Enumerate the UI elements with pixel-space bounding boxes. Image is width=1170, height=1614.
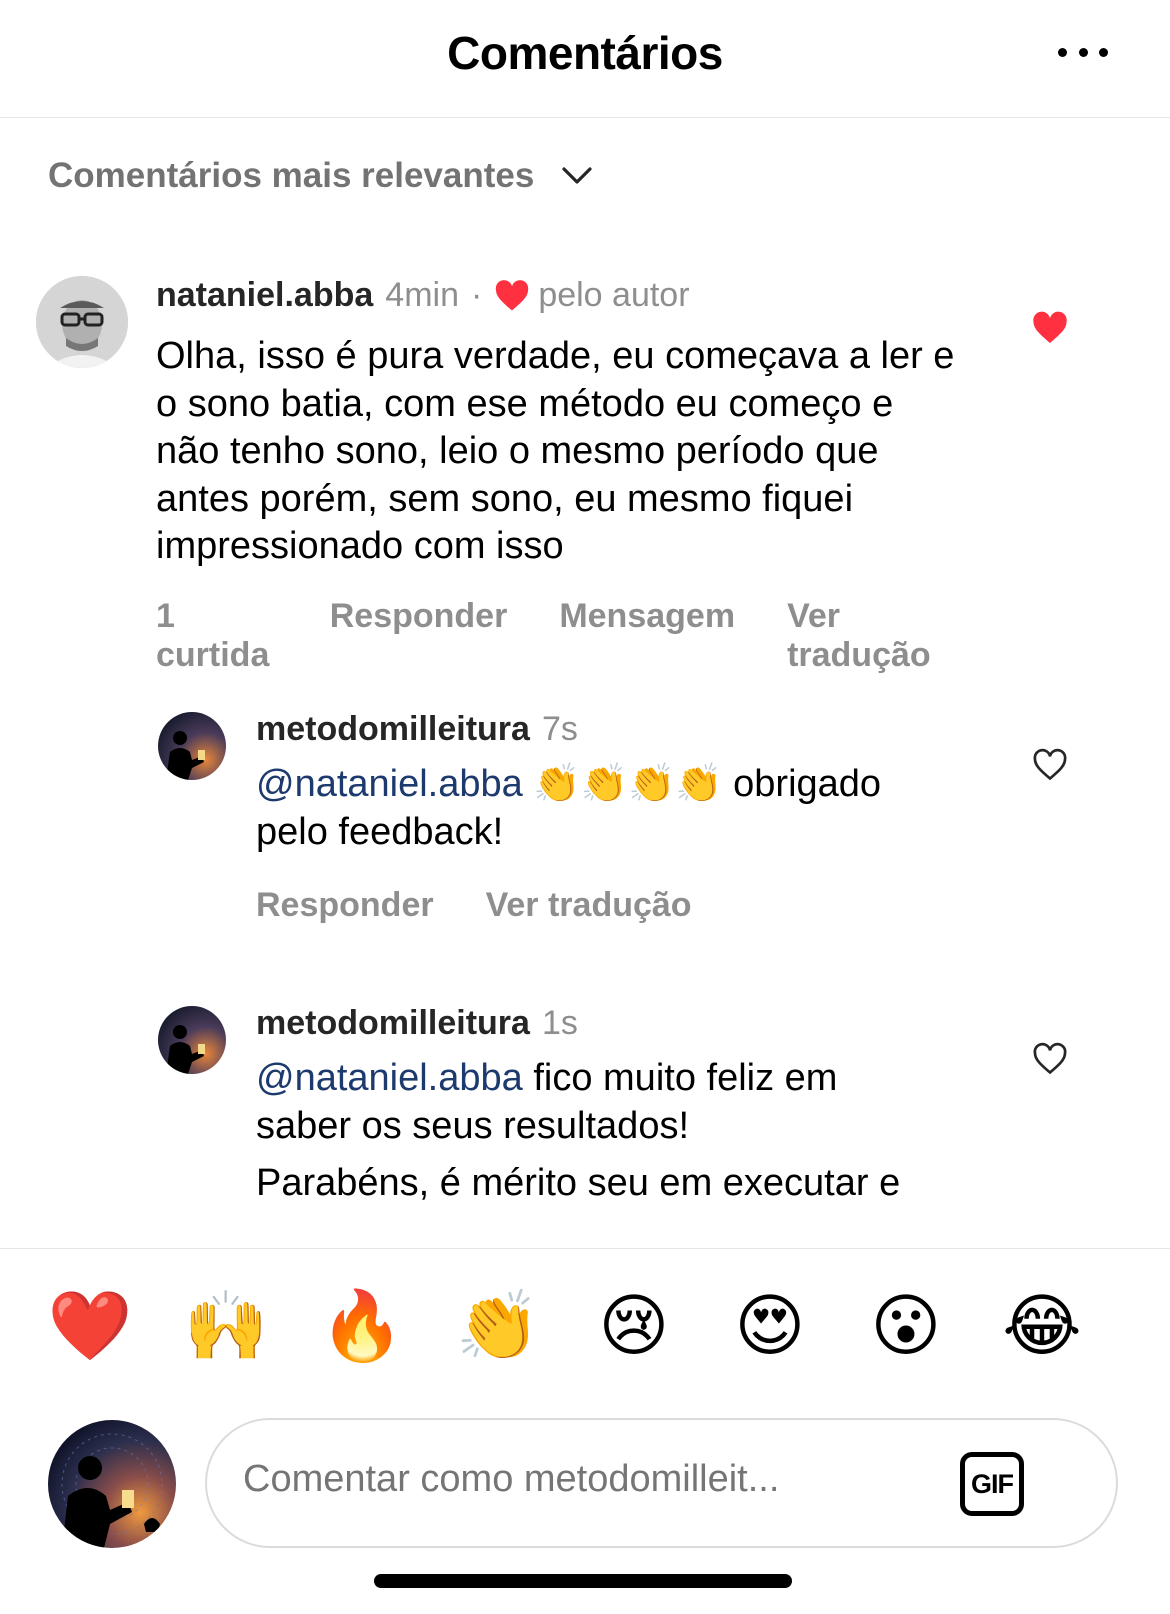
translate-button[interactable]: Ver tradução — [486, 886, 692, 925]
reaction-raising-hands[interactable]: 🙌 — [156, 1277, 296, 1377]
comment-time: 1s — [541, 1004, 578, 1042]
mention-link[interactable]: @nataniel.abba — [256, 1057, 523, 1099]
reaction-heart-eyes[interactable]: 😍 — [700, 1277, 840, 1377]
comment-composer: GIF — [205, 1418, 1118, 1548]
translate-button[interactable]: Ver tradução — [787, 597, 964, 675]
heart-filled-icon[interactable] — [1032, 311, 1068, 345]
gif-button[interactable]: GIF — [960, 1452, 1024, 1516]
chevron-down-icon — [562, 167, 592, 184]
avatar[interactable] — [36, 276, 128, 368]
home-indicator[interactable] — [374, 1574, 792, 1588]
heart-outline-icon[interactable] — [1032, 1042, 1068, 1076]
reply-comment: metodomilleitura 1s @nataniel.abba fico … — [256, 1004, 1016, 1208]
reply-button[interactable]: Responder — [256, 886, 434, 925]
composer-avatar — [48, 1420, 176, 1548]
likes-count-link[interactable]: 1 curtida — [156, 597, 278, 675]
comment-text: Olha, isso é pura verdade, eu começava a… — [156, 335, 955, 567]
comment-text: @nataniel.abba fico muito feliz em saber… — [256, 1055, 1016, 1150]
header-bar: Comentários — [0, 0, 1170, 118]
message-button[interactable]: Mensagem — [559, 597, 735, 675]
avatar[interactable] — [158, 712, 226, 780]
reaction-fire[interactable]: 🔥 — [292, 1277, 432, 1377]
separator-dot: · — [470, 276, 483, 314]
comment-actions: 1 curtida Responder Mensagem Ver traduçã… — [156, 597, 1016, 675]
avatar[interactable] — [158, 1006, 226, 1074]
mention-link[interactable]: @nataniel.abba — [256, 763, 523, 805]
comment-header: metodomilleitura 1s — [256, 1004, 1016, 1043]
comment-text-line3: Parabéns, é mérito seu em executar e — [256, 1162, 901, 1204]
comment-header: metodomilleitura 7s — [256, 710, 1016, 749]
comment-actions: Responder Ver tradução — [256, 886, 1016, 925]
comment-text-line2: pelo feedback! — [256, 810, 504, 853]
reaction-laughing[interactable]: 😂 — [972, 1277, 1112, 1377]
comment: nataniel.abba 4min · pelo autor Olha, is… — [156, 276, 1016, 675]
comment-time: 4min — [385, 276, 459, 314]
comment-text-line2: saber os seus resultados! — [256, 1104, 690, 1147]
heart-outline-icon[interactable] — [1032, 748, 1068, 782]
reply-button[interactable]: Responder — [330, 597, 508, 675]
reply-comment: metodomilleitura 7s @nataniel.abba 👏👏👏👏 … — [256, 710, 1016, 925]
comment-time: 7s — [541, 710, 578, 748]
reaction-clapping[interactable]: 👏 — [428, 1277, 568, 1377]
comment-username[interactable]: nataniel.abba — [156, 276, 373, 315]
liked-by-author-label: pelo autor — [538, 276, 690, 314]
comment-text: @nataniel.abba 👏👏👏👏 obrigado pelo feedba… — [256, 761, 1016, 856]
more-horizontal-icon[interactable] — [1058, 46, 1108, 58]
page-title: Comentários — [447, 27, 723, 79]
comment-text-line1: fico muito feliz em — [522, 1057, 838, 1099]
comment-input[interactable] — [243, 1458, 923, 1501]
comment-username[interactable]: metodomilleitura — [256, 1004, 530, 1043]
reaction-crying[interactable]: 😢 — [564, 1277, 704, 1377]
quick-reactions-bar: ❤️ 🙌 🔥 👏 😢 😍 😮 😂 — [0, 1248, 1170, 1398]
comment-header: nataniel.abba 4min · pelo autor — [156, 276, 1016, 315]
reaction-heart[interactable]: ❤️ — [20, 1277, 160, 1377]
author-heart-icon — [496, 279, 529, 311]
sort-selector[interactable]: Comentários mais relevantes — [48, 156, 594, 196]
sort-label: Comentários mais relevantes — [48, 156, 535, 195]
reaction-surprised[interactable]: 😮 — [836, 1277, 976, 1377]
comment-username[interactable]: metodomilleitura — [256, 710, 530, 749]
comment-text-line1: 👏👏👏👏 obrigado — [522, 763, 882, 805]
